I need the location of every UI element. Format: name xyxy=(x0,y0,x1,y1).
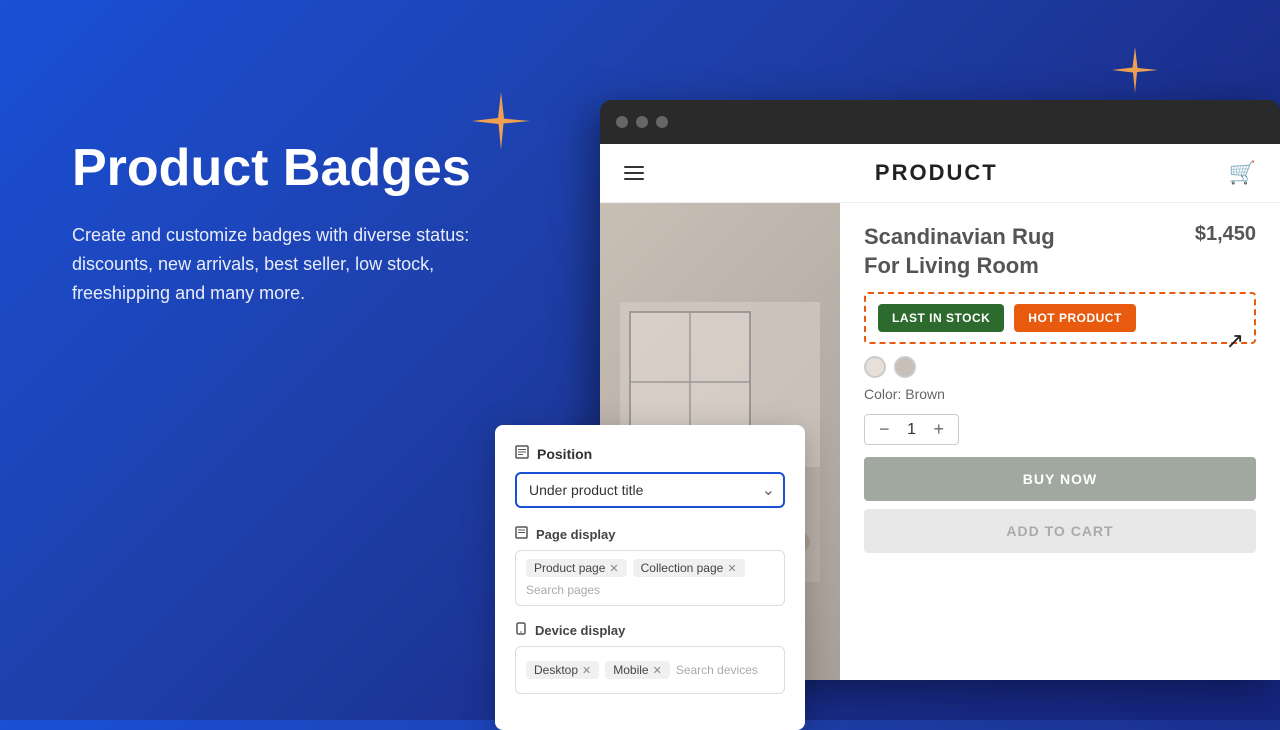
page-title: Product Badges xyxy=(72,140,502,197)
position-select-wrapper: Under product title Above product title … xyxy=(515,472,785,508)
left-section: Product Badges Create and customize badg… xyxy=(72,140,502,308)
qty-value: 1 xyxy=(902,421,922,439)
page-display-header: Page display xyxy=(515,526,785,542)
position-label: Position xyxy=(537,446,592,462)
product-price: $1,450 xyxy=(1195,223,1256,246)
browser-dot-3 xyxy=(656,116,668,128)
buy-now-button[interactable]: BUY NOW xyxy=(864,457,1256,501)
device-display-tags-input[interactable]: Desktop ✕ Mobile ✕ Search devices xyxy=(515,646,785,694)
position-section-header: Position xyxy=(515,445,785,462)
device-search-placeholder: Search devices xyxy=(676,663,758,677)
browser-dot-2 xyxy=(636,116,648,128)
cart-icon[interactable]: 🛒 xyxy=(1229,160,1256,186)
position-icon xyxy=(515,445,529,462)
badge-hot-product: HOT PRODUCT xyxy=(1014,304,1136,332)
add-to-cart-button[interactable]: ADD TO CART xyxy=(864,509,1256,553)
device-display-header: Device display xyxy=(515,622,785,638)
remove-collection-page-tag[interactable]: ✕ xyxy=(727,562,736,575)
device-tag-desktop: Desktop ✕ xyxy=(526,661,599,679)
cursor-icon: ↗ xyxy=(1226,328,1244,354)
swatch-dark[interactable] xyxy=(894,356,916,378)
page-display-label: Page display xyxy=(536,527,615,542)
swatch-light[interactable] xyxy=(864,356,886,378)
badge-last-in-stock: LAST IN STOCK xyxy=(878,304,1004,332)
page-description: Create and customize badges with diverse… xyxy=(72,221,502,307)
store-nav: PRODUCT 🛒 xyxy=(600,144,1280,203)
color-swatches xyxy=(864,356,1256,378)
device-display-label: Device display xyxy=(535,623,625,638)
sparkle-top-right-icon xyxy=(1110,45,1160,95)
page-display-icon xyxy=(515,526,528,542)
badge-area: LAST IN STOCK HOT PRODUCT ↗ xyxy=(864,292,1256,344)
device-display-icon xyxy=(515,622,527,638)
settings-panel: Position Under product title Above produ… xyxy=(495,425,805,730)
page-tag-product: Product page ✕ xyxy=(526,559,627,577)
product-details: Scandinavian Rug For Living Room $1,450 … xyxy=(840,203,1280,680)
page-display-tags-input[interactable]: Product page ✕ Collection page ✕ Search … xyxy=(515,550,785,606)
browser-topbar xyxy=(600,100,1280,144)
qty-decrease-button[interactable]: − xyxy=(879,419,890,440)
color-label: Color: Brown xyxy=(864,386,1256,402)
remove-desktop-tag[interactable]: ✕ xyxy=(582,664,591,677)
store-nav-title: PRODUCT xyxy=(875,160,998,186)
hamburger-menu-icon[interactable] xyxy=(624,166,644,180)
device-tag-mobile: Mobile ✕ xyxy=(605,661,670,679)
browser-dot-1 xyxy=(616,116,628,128)
quantity-control[interactable]: − 1 + xyxy=(864,414,959,445)
remove-product-page-tag[interactable]: ✕ xyxy=(609,562,618,575)
qty-increase-button[interactable]: + xyxy=(934,419,945,440)
remove-mobile-tag[interactable]: ✕ xyxy=(653,664,662,677)
page-tag-collection: Collection page ✕ xyxy=(633,559,745,577)
page-search-placeholder: Search pages xyxy=(526,583,600,597)
position-select[interactable]: Under product title Above product title … xyxy=(515,472,785,508)
